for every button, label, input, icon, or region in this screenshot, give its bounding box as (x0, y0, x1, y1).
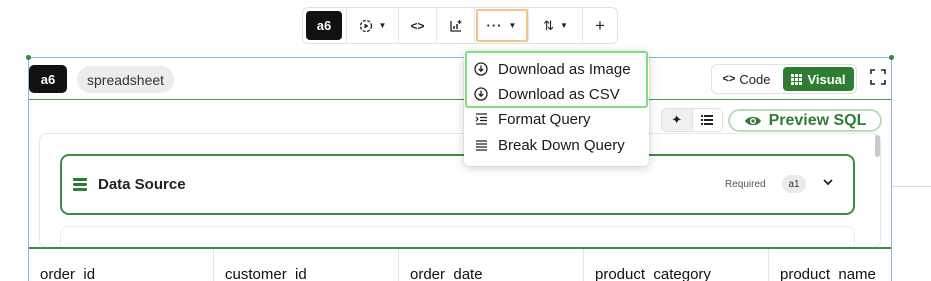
ai-mode-button[interactable]: ✦ (662, 109, 693, 131)
caret-down-icon: ▼ (559, 21, 568, 30)
column-header[interactable]: product_name (769, 249, 891, 281)
cell-id-badge: a6 (306, 11, 342, 40)
source-badge: a1 (782, 175, 806, 193)
side-divider (892, 186, 931, 187)
menu-item-download-csv[interactable]: Download as CSV (474, 83, 620, 105)
builder-mode-toggle: ✦ (661, 108, 723, 132)
menu-item-label: Download as CSV (498, 85, 620, 103)
menu-item-format-query[interactable]: Format Query (474, 108, 591, 130)
play-circle-icon (359, 19, 372, 32)
caret-down-icon: ▼ (508, 21, 517, 30)
add-button[interactable]: + (583, 8, 617, 43)
expand-icon[interactable] (870, 69, 886, 85)
visual-view-button[interactable]: Visual (783, 67, 854, 91)
sort-icon: ⇅ (543, 17, 554, 33)
menu-item-break-down-query[interactable]: Break Down Query (474, 134, 625, 156)
visual-view-label: Visual (807, 71, 846, 87)
menu-item-label: Format Query (498, 110, 591, 128)
menu-item-label: Download as Image (498, 60, 631, 78)
more-options-button[interactable]: ··· ▼ (475, 8, 529, 43)
chevron-down-icon[interactable] (823, 178, 833, 189)
more-horizontal-icon: ··· (486, 18, 503, 33)
column-header[interactable]: product_category (584, 249, 769, 281)
scrollbar-thumb[interactable] (875, 135, 880, 157)
sort-button[interactable]: ⇅ ▼ (529, 8, 583, 43)
required-label: Required (725, 179, 766, 190)
add-chart-button[interactable] (437, 8, 475, 43)
chart-add-icon (449, 19, 461, 32)
download-icon (474, 62, 488, 76)
column-header[interactable]: customer_id (214, 249, 399, 281)
plus-icon: + (595, 15, 605, 35)
database-icon (73, 178, 87, 191)
eye-icon (744, 116, 761, 125)
run-button[interactable]: ▼ (347, 8, 399, 43)
list-mode-button[interactable] (693, 109, 723, 131)
grid-icon (791, 73, 803, 85)
cell-toolbar: a6 ▼ <> ··· ▼ ⇅ ▼ + (302, 7, 618, 44)
caret-down-icon: ▼ (378, 21, 387, 30)
preview-sql-label: Preview SQL (768, 111, 867, 129)
table-header: order_id customer_id order_date product_… (29, 249, 891, 281)
column-header[interactable]: order_date (399, 249, 584, 281)
sparkle-icon: ✦ (671, 112, 683, 127)
menu-item-download-image[interactable]: Download as Image (474, 58, 631, 80)
view-toggle: <> Code Visual (711, 64, 857, 94)
menu-item-label: Break Down Query (498, 136, 625, 154)
download-icon (474, 87, 488, 101)
code-icon: <> (410, 18, 425, 33)
break-down-icon (474, 138, 488, 152)
code-icon: <> (722, 73, 736, 85)
cell-id-pill: a6 (29, 65, 67, 93)
column-header[interactable]: order_id (29, 249, 214, 281)
cell-id-button[interactable]: a6 (303, 8, 347, 43)
code-view-label: Code (739, 71, 771, 87)
cell-type-pill: spreadsheet (77, 66, 175, 93)
list-icon (701, 115, 714, 125)
format-indent-icon (474, 112, 488, 126)
code-button[interactable]: <> (399, 8, 437, 43)
data-source-title: Data Source (98, 176, 186, 193)
code-view-button[interactable]: <> Code (712, 65, 781, 93)
preview-sql-button[interactable]: Preview SQL (728, 109, 882, 132)
next-step-card[interactable] (60, 226, 855, 246)
